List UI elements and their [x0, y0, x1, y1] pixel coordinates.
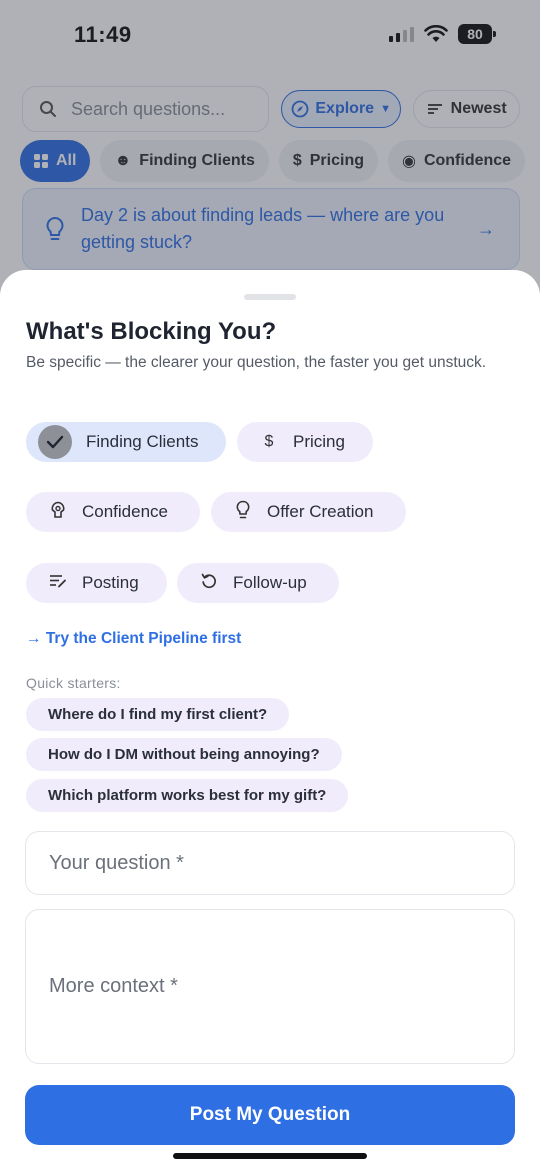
- category-label: Finding Clients: [86, 432, 199, 451]
- sheet-grabber[interactable]: [244, 294, 296, 300]
- post-question-button[interactable]: Post My Question: [25, 1085, 515, 1145]
- dollar-icon: $: [264, 433, 274, 450]
- brain-icon: [48, 501, 68, 524]
- category-label: Pricing: [293, 432, 345, 451]
- category-offer-creation[interactable]: Offer Creation: [211, 492, 406, 532]
- category-finding-clients[interactable]: Finding Clients: [26, 422, 226, 462]
- refresh-icon: [199, 573, 219, 594]
- ask-question-sheet: What's Blocking You? Be specific — the c…: [0, 270, 540, 1170]
- category-confidence[interactable]: Confidence: [26, 492, 200, 532]
- arrow-right-icon: →: [26, 630, 46, 647]
- pipeline-link-text: Try the Client Pipeline first: [45, 630, 242, 647]
- quick-starter-chip[interactable]: Which platform works best for my gift?: [26, 779, 349, 812]
- question-field[interactable]: Your question *: [25, 831, 515, 895]
- edit-lines-icon: [48, 574, 68, 593]
- category-pricing[interactable]: $ Pricing: [237, 422, 373, 462]
- category-label: Confidence: [82, 502, 169, 521]
- category-follow-up[interactable]: Follow-up: [177, 563, 339, 603]
- category-label: Posting: [82, 573, 139, 592]
- check-icon: [38, 425, 72, 459]
- category-label: Follow-up: [233, 573, 307, 592]
- question-placeholder: Your question *: [49, 851, 184, 874]
- client-pipeline-link[interactable]: → Try the Client Pipeline first: [26, 630, 241, 648]
- category-posting[interactable]: Posting: [26, 563, 167, 603]
- sheet-title: What's Blocking You?: [26, 318, 277, 345]
- quick-starters-label: Quick starters:: [26, 675, 121, 691]
- quick-starter-chip[interactable]: Where do I find my first client?: [26, 698, 290, 731]
- context-placeholder: More context *: [49, 975, 178, 997]
- quick-starter-chip[interactable]: How do I DM without being annoying?: [26, 738, 342, 771]
- home-indicator: [173, 1153, 367, 1159]
- lightbulb-icon: [233, 500, 253, 525]
- sheet-subtitle: Be specific — the clearer your question,…: [26, 354, 487, 371]
- context-field[interactable]: More context *: [25, 909, 515, 1064]
- category-label: Offer Creation: [267, 502, 374, 521]
